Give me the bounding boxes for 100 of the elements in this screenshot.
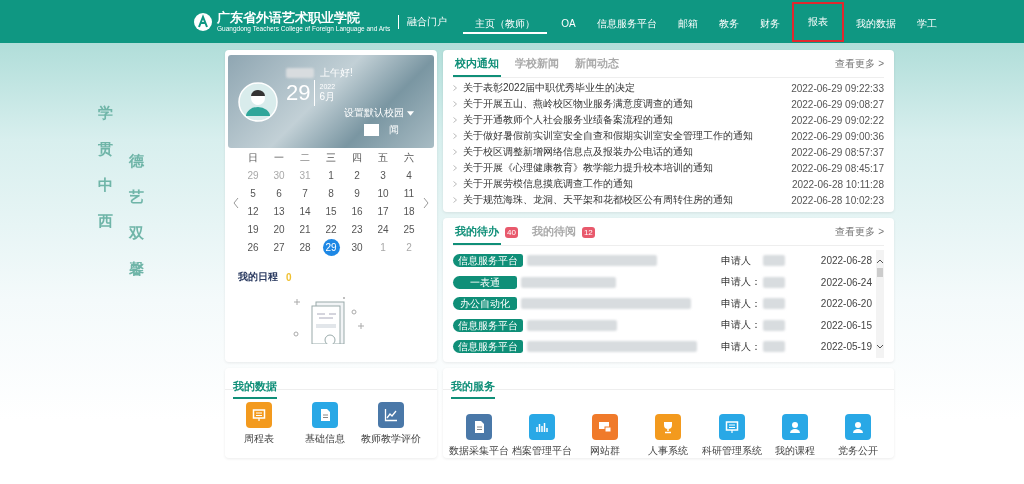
- notice-title-link[interactable]: 关于开展《心理健康教育》教学能力提升校本培训的通知: [463, 161, 713, 175]
- nav-link[interactable]: 教务: [709, 7, 748, 36]
- applicant-label: 申请人：: [720, 339, 762, 354]
- view-more-link[interactable]: 查看更多 >: [835, 225, 884, 245]
- notice-title-link[interactable]: 关于校区调整新增网络信息点及报装办公电话的通知: [463, 145, 693, 159]
- notice-time: 2022-06-28 10:02:23: [791, 194, 884, 206]
- applicant-label: 申请人：: [720, 318, 762, 333]
- nav-link[interactable]: 主页（教师）: [461, 7, 550, 36]
- calendar-day[interactable]: 10: [374, 185, 392, 202]
- portal-name: 融合门户: [398, 14, 448, 29]
- scroll-down-icon[interactable]: [876, 343, 884, 350]
- todo-date: 2022-06-24: [820, 276, 872, 288]
- calendar-day[interactable]: 25: [400, 221, 418, 238]
- calendar-day[interactable]: 13: [270, 203, 288, 220]
- notice-title-link[interactable]: 关于开展五山、燕岭校区物业服务满意度调查的通知: [463, 97, 693, 111]
- app-shortcut[interactable]: 科研管理系统: [701, 414, 762, 458]
- nav-link[interactable]: 邮箱: [668, 7, 707, 36]
- calendar-day[interactable]: 18: [400, 203, 418, 220]
- nav-link[interactable]: 信息服务平台: [587, 7, 666, 36]
- calendar-day[interactable]: 14: [296, 203, 314, 220]
- previous-month-icon[interactable]: [232, 197, 240, 209]
- nav-link[interactable]: 我的数据: [846, 7, 905, 36]
- schedule-title: 我的日程: [238, 270, 278, 284]
- applicant-label: 申请人: [720, 253, 752, 268]
- redacted-name: [286, 68, 314, 78]
- calendar-day[interactable]: 9: [348, 185, 366, 202]
- app-shortcut[interactable]: 档案管理平台: [512, 414, 573, 458]
- caret-icon: [407, 111, 414, 116]
- todo-date: 2022-06-15: [820, 319, 872, 331]
- section-title: 我的数据: [233, 379, 277, 399]
- notice-title-link[interactable]: 关于表彰2022届中职优秀毕业生的决定: [463, 81, 636, 95]
- calendar-day[interactable]: 16: [348, 203, 366, 220]
- calendar-day[interactable]: 7: [296, 185, 314, 202]
- calendar-day[interactable]: 26: [244, 239, 262, 256]
- calendar-day[interactable]: 30: [348, 239, 366, 256]
- notice-title-link[interactable]: 关于规范海珠、龙洞、天平架和花都校区公有周转住房的通知: [463, 193, 733, 207]
- app-shortcut[interactable]: 基础信息: [297, 402, 353, 446]
- calendar-day[interactable]: 11: [400, 185, 418, 202]
- todo-date: 2022-06-28: [820, 255, 872, 267]
- calendar-day[interactable]: 23: [348, 221, 366, 238]
- redacted-applicant: [762, 298, 785, 310]
- nav-link[interactable]: 报表: [791, 1, 844, 42]
- redacted-applicant: [762, 276, 785, 288]
- calendar-day[interactable]: 19: [244, 221, 262, 238]
- redacted-applicant: [762, 319, 785, 331]
- next-month-icon[interactable]: [422, 197, 430, 209]
- calendar-day[interactable]: 5: [244, 185, 262, 202]
- source-tag: 信息服务平台: [453, 318, 523, 332]
- app-shortcut[interactable]: 数据采集平台: [449, 414, 510, 458]
- calendar-day[interactable]: 27: [270, 239, 288, 256]
- calendar-day[interactable]: 28: [296, 239, 314, 256]
- count-badge: 40: [505, 227, 518, 238]
- nav-link[interactable]: 学工: [907, 7, 946, 36]
- calendar-day[interactable]: 2: [348, 167, 366, 184]
- scroll-up-icon[interactable]: [876, 258, 884, 264]
- notice-time: 2022-06-29 09:22:33: [791, 82, 884, 94]
- calendar-day[interactable]: 29: [322, 239, 340, 256]
- weekday-label: 四: [352, 151, 362, 165]
- scroll-thumb[interactable]: [877, 268, 883, 277]
- calendar-day[interactable]: 3: [374, 167, 392, 184]
- app-shortcut[interactable]: 教师教学评价: [363, 402, 419, 446]
- app-shortcut[interactable]: 网站群: [575, 414, 636, 458]
- nav-link[interactable]: 财务: [750, 7, 789, 36]
- weekday-label: 日: [248, 151, 258, 165]
- source-tag: 信息服务平台: [453, 340, 523, 354]
- notice-title-link[interactable]: 关于开展劳模信息摸底调查工作的通知: [463, 177, 633, 191]
- calendar-day[interactable]: 15: [322, 203, 340, 220]
- calendar-day[interactable]: 21: [296, 221, 314, 238]
- scrollbar[interactable]: [876, 250, 884, 358]
- weekday-label: 六: [404, 151, 414, 165]
- source-tag: 信息服务平台: [453, 254, 523, 268]
- todo-tab[interactable]: 我的待办: [453, 224, 501, 245]
- avatar-silhouette-icon: [238, 81, 278, 122]
- source-tag: 一表通: [453, 275, 517, 289]
- todo-date: 2022-05-19: [820, 341, 872, 353]
- section-title: 我的服务: [451, 379, 495, 399]
- calendar-day[interactable]: 24: [374, 221, 392, 238]
- app-shortcut[interactable]: 周程表: [231, 402, 287, 446]
- calendar-day[interactable]: 17: [374, 203, 392, 220]
- calendar-day[interactable]: 22: [322, 221, 340, 238]
- notice-tab[interactable]: 校内通知: [453, 56, 501, 77]
- notice-time: 2022-06-29 09:00:36: [791, 130, 884, 142]
- app-shortcut[interactable]: 人事系统: [638, 414, 699, 458]
- calendar-day[interactable]: 12: [244, 203, 262, 220]
- slogan-text: 学贯中西: [98, 103, 113, 231]
- calendar-day[interactable]: 1: [322, 167, 340, 184]
- calendar-day[interactable]: 20: [270, 221, 288, 238]
- calendar-day[interactable]: 6: [270, 185, 288, 202]
- notice-title-link[interactable]: 关于开通教师个人社会服务业绩备案流程的通知: [463, 113, 673, 127]
- weekday-label: 二: [300, 151, 310, 165]
- calendar-day[interactable]: 4: [400, 167, 418, 184]
- app-shortcut[interactable]: 我的课程: [764, 414, 825, 458]
- line-chart-icon: [383, 407, 399, 423]
- school-logo-icon: [193, 11, 213, 32]
- calendar-day[interactable]: 8: [322, 185, 340, 202]
- view-more-link[interactable]: 查看更多 >: [835, 57, 884, 77]
- app-shortcut[interactable]: 党务公开: [827, 414, 888, 458]
- nav-link[interactable]: OA: [552, 7, 585, 36]
- notice-title-link[interactable]: 关于做好暑假前实训室安全自查和假期实训室安全管理工作的通知: [463, 129, 753, 143]
- weather-text: 闻: [389, 123, 399, 137]
